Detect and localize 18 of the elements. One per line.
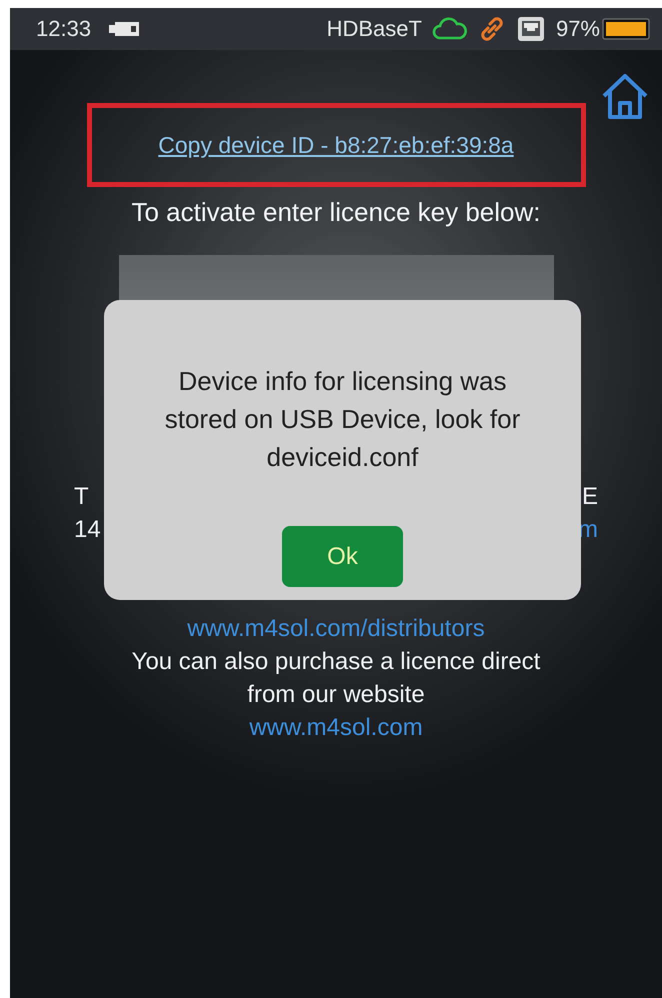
clock-time: 12:33 [36,16,92,42]
home-icon[interactable] [600,72,650,120]
text-fragment: T [74,482,89,512]
ethernet-icon [516,15,546,43]
website-link[interactable]: www.m4sol.com/distributors [187,612,485,645]
cloud-icon [432,17,468,41]
text-fragment: 14 [74,515,101,545]
instruction-text: To activate enter licence key below: [132,196,540,229]
info-text: You can also purchase a licence direct from our website [130,647,542,710]
dialog-message: Device info for licensing was stored on USB Device, look for deviceid.conf [164,365,522,474]
battery-percent: 97% [556,16,600,42]
text-fragment: E [582,482,598,512]
battery-icon [602,17,650,41]
copy-device-id-link[interactable]: Copy device ID - b8:27:eb:ef:39:8a [158,132,514,158]
usb-drive-icon [107,20,142,38]
ok-button[interactable]: Ok [282,526,403,587]
connection-label: HDBaseT [326,16,422,42]
website-link[interactable]: www.m4sol.com [249,711,423,744]
